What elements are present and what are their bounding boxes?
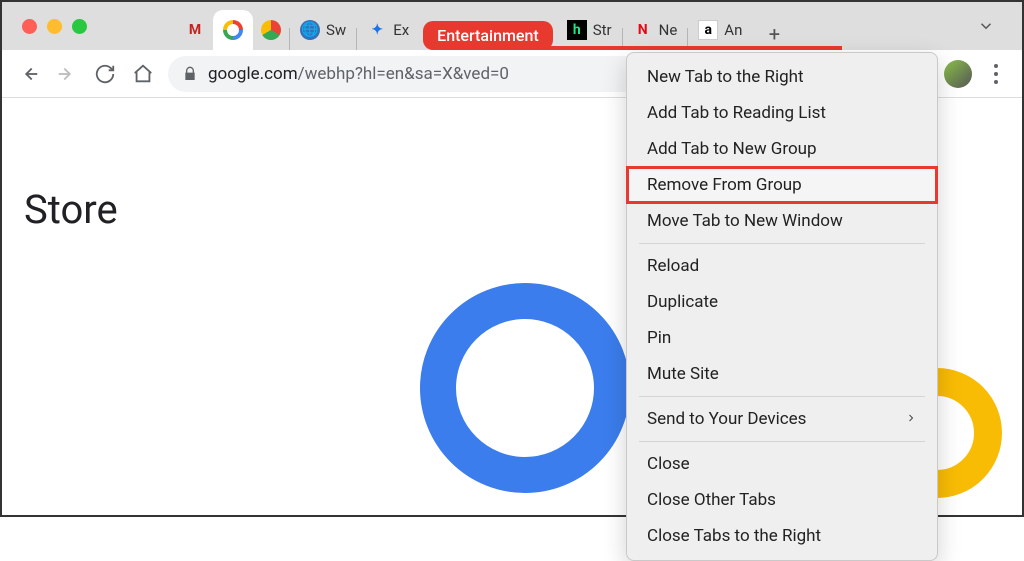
tab-label: Ne [659, 21, 678, 39]
tab-hulu[interactable]: h Str [557, 10, 622, 50]
menu-pin[interactable]: Pin [627, 320, 937, 356]
store-link[interactable]: Store [24, 186, 118, 233]
tab-label: Ex [393, 21, 409, 39]
menu-close[interactable]: Close [627, 446, 937, 482]
arrow-right-icon [56, 63, 78, 85]
tab-search-button[interactable] [970, 10, 1002, 42]
back-button[interactable] [16, 61, 42, 87]
arrow-left-icon [18, 63, 40, 85]
menu-duplicate[interactable]: Duplicate [627, 284, 937, 320]
extension-icon: ✦ [367, 20, 387, 40]
google-icon [223, 20, 243, 40]
menu-divider [639, 441, 925, 442]
home-icon [132, 63, 154, 85]
amazon-icon: a [698, 20, 718, 40]
gmail-icon: M [185, 20, 205, 40]
close-window-button[interactable] [22, 19, 37, 34]
chrome-menu-button[interactable] [984, 64, 1008, 84]
google-logo-blue-ring [420, 283, 630, 493]
menu-add-new-group[interactable]: Add Tab to New Group [627, 131, 937, 167]
maximize-window-button[interactable] [72, 19, 87, 34]
tab-google[interactable] [213, 10, 253, 50]
tab-netflix[interactable]: N Ne [623, 10, 688, 50]
minimize-window-button[interactable] [47, 19, 62, 34]
tab-safari[interactable]: 🌐 Sw [290, 10, 356, 50]
menu-mute-site[interactable]: Mute Site [627, 356, 937, 392]
menu-divider [639, 396, 925, 397]
tab-label: Str [593, 21, 612, 39]
reload-icon [94, 63, 116, 85]
dot-icon [994, 64, 998, 68]
tab-label: Sw [326, 21, 346, 39]
url-host: google.com [208, 64, 298, 84]
menu-add-reading-list[interactable]: Add Tab to Reading List [627, 95, 937, 131]
tab-chrome[interactable] [253, 10, 289, 50]
tab-context-menu: New Tab to the Right Add Tab to Reading … [626, 52, 938, 561]
url-path: /webhp?hl=en&sa=X&ved=0 [298, 64, 509, 84]
group-underline [470, 46, 842, 50]
dot-icon [994, 72, 998, 76]
lock-icon [182, 66, 198, 82]
menu-close-other[interactable]: Close Other Tabs [627, 482, 937, 518]
chevron-down-icon [977, 17, 995, 35]
chevron-right-icon [905, 409, 917, 429]
window-controls [22, 19, 87, 34]
netflix-icon: N [633, 20, 653, 40]
url-text: google.com/webhp?hl=en&sa=X&ved=0 [208, 64, 509, 84]
profile-avatar[interactable] [944, 60, 972, 88]
tab-label: An [724, 21, 742, 39]
tab-amazon[interactable]: a An [688, 10, 752, 50]
safari-icon: 🌐 [300, 20, 320, 40]
tabs-container: M 🌐 Sw ✦ Ex Entertainment h Str N Ne [177, 2, 970, 50]
tab-gmail-pinned[interactable]: M [177, 10, 213, 50]
tab-extensions[interactable]: ✦ Ex [357, 10, 419, 50]
reload-button[interactable] [92, 61, 118, 87]
dot-icon [994, 80, 998, 84]
menu-close-right[interactable]: Close Tabs to the Right [627, 518, 937, 554]
menu-remove-from-group[interactable]: Remove From Group [627, 167, 937, 203]
menu-send-devices[interactable]: Send to Your Devices [627, 401, 937, 437]
forward-button[interactable] [54, 61, 80, 87]
chrome-icon [261, 20, 281, 40]
menu-new-tab-right[interactable]: New Tab to the Right [627, 59, 937, 95]
tab-strip: M 🌐 Sw ✦ Ex Entertainment h Str N Ne [2, 2, 1022, 50]
menu-reload[interactable]: Reload [627, 248, 937, 284]
hulu-icon: h [567, 20, 587, 40]
home-button[interactable] [130, 61, 156, 87]
menu-divider [639, 243, 925, 244]
menu-move-new-window[interactable]: Move Tab to New Window [627, 203, 937, 239]
